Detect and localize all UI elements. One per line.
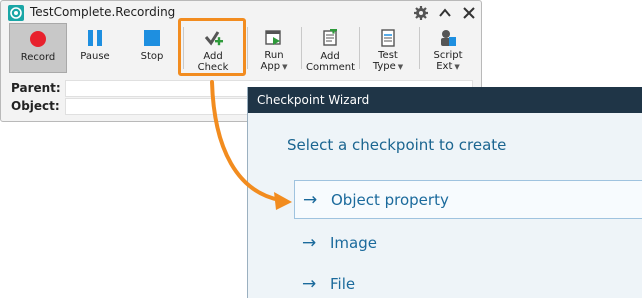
option-label: Image xyxy=(330,233,377,252)
parent-label: Parent: xyxy=(11,81,61,95)
wizard-title: Checkpoint Wizard xyxy=(257,93,370,107)
record-icon xyxy=(30,31,46,47)
dropdown-caret-icon: ▼ xyxy=(282,63,288,71)
title-bar[interactable]: TestComplete.Recording xyxy=(1,1,481,25)
option-label: Object property xyxy=(331,190,449,209)
pause-label: Pause xyxy=(80,51,110,62)
recording-toolbar: Record Pause Stop Add Check Run App ▼ Ad… xyxy=(5,23,479,75)
stop-icon xyxy=(144,30,160,46)
pause-icon xyxy=(88,30,102,46)
testcomplete-logo-icon xyxy=(8,5,24,21)
toolbar-divider xyxy=(419,27,420,69)
add-comment-button[interactable]: Add Comment xyxy=(303,23,357,73)
option-object-property[interactable]: → Object property xyxy=(294,180,642,219)
close-icon[interactable] xyxy=(461,5,477,21)
add-check-button[interactable]: Add Check xyxy=(185,23,241,73)
chevron-up-icon[interactable] xyxy=(437,5,453,21)
toolbar-divider xyxy=(359,27,360,69)
run-app-button[interactable]: Run App ▼ xyxy=(249,23,299,73)
window-title: TestComplete.Recording xyxy=(30,5,176,19)
add-comment-icon xyxy=(323,29,337,46)
dropdown-caret-icon: ▼ xyxy=(454,63,460,71)
run-app-label: Run App xyxy=(260,50,284,72)
test-type-label: Test Type xyxy=(372,50,398,72)
add-comment-label: Add Comment xyxy=(306,51,355,73)
wizard-heading: Select a checkpoint to create xyxy=(287,136,507,154)
arrow-right-icon: → xyxy=(302,232,317,253)
object-label: Object: xyxy=(11,99,60,113)
script-ext-button[interactable]: Script Ext ▼ xyxy=(421,23,475,73)
arrow-right-icon: → xyxy=(302,273,317,294)
stop-label: Stop xyxy=(140,51,164,62)
option-image[interactable]: → Image xyxy=(294,223,642,262)
add-check-icon xyxy=(204,31,223,46)
record-label: Record xyxy=(20,52,56,63)
checkpoint-wizard: Checkpoint Wizard Select a checkpoint to… xyxy=(247,87,642,298)
option-file[interactable]: → File xyxy=(294,264,642,303)
option-label: File xyxy=(330,274,356,293)
toolbar-divider xyxy=(247,27,248,69)
dropdown-caret-icon: ▼ xyxy=(397,63,404,71)
record-button[interactable]: Record xyxy=(9,23,67,73)
toolbar-divider xyxy=(301,27,302,69)
gear-icon[interactable] xyxy=(413,5,429,21)
run-app-icon xyxy=(265,29,281,45)
wizard-header: Checkpoint Wizard xyxy=(248,87,642,113)
test-type-icon xyxy=(381,28,395,47)
add-check-label: Add Check xyxy=(197,51,229,73)
script-ext-icon xyxy=(441,29,456,46)
pause-button[interactable]: Pause xyxy=(67,23,123,73)
arrow-right-icon: → xyxy=(303,189,318,210)
stop-button[interactable]: Stop xyxy=(123,23,181,73)
toolbar-divider xyxy=(183,27,184,69)
test-type-button[interactable]: Test Type ▼ xyxy=(361,23,415,73)
